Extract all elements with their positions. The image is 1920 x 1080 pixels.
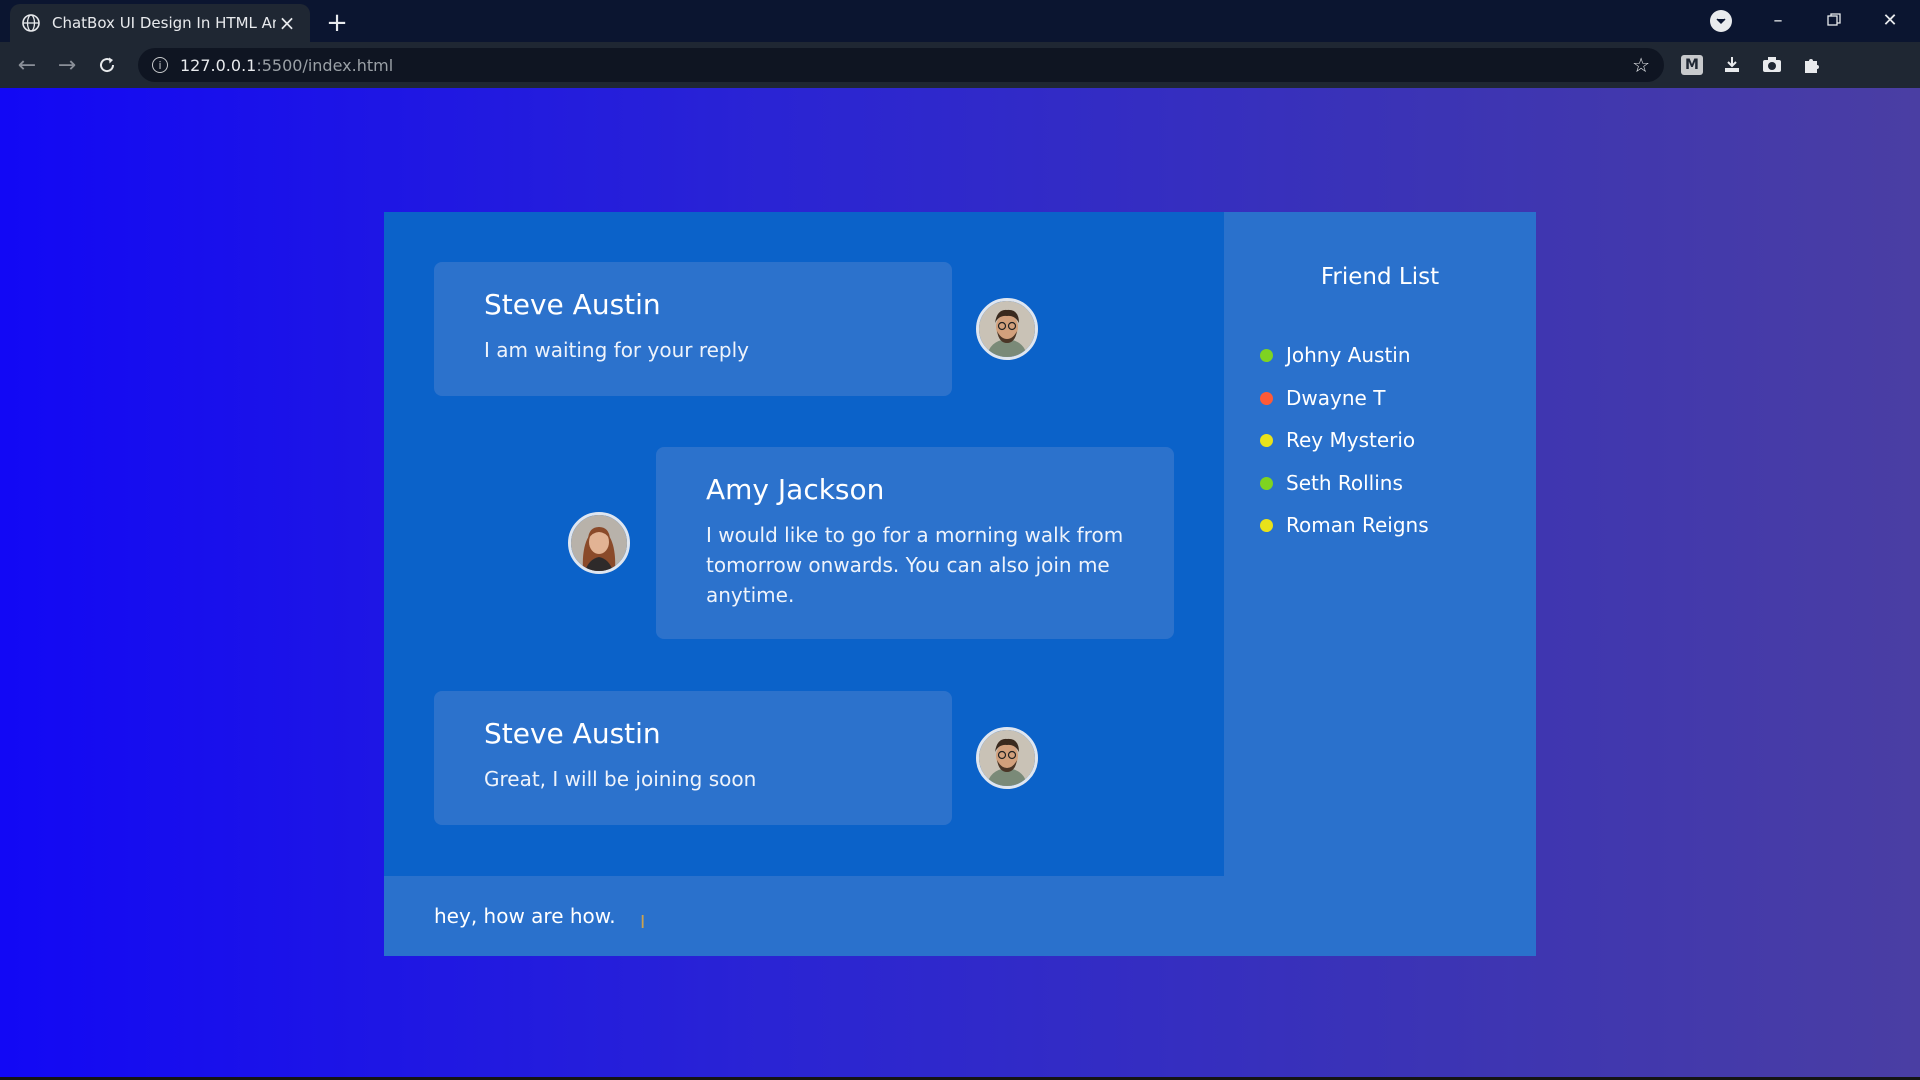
- gmail-extension-icon[interactable]: M: [1678, 51, 1706, 79]
- friend-list-panel: Friend List Johny Austin Dwayne T Rey My…: [1224, 212, 1536, 876]
- star-icon[interactable]: ☆: [1632, 53, 1650, 77]
- minimize-button[interactable]: –: [1750, 4, 1806, 36]
- message-input[interactable]: [434, 904, 1134, 928]
- url-path: :5500/index.html: [256, 55, 394, 75]
- friend-name: Seth Rollins: [1286, 471, 1403, 495]
- chevron-down-icon: [1716, 18, 1726, 25]
- message-composer: I: [384, 876, 1536, 956]
- avatar: [976, 727, 1038, 789]
- friend-name: Johny Austin: [1286, 343, 1411, 367]
- message-sender: Amy Jackson: [706, 473, 885, 506]
- status-dot-icon: [1260, 348, 1273, 362]
- globe-icon: [22, 14, 40, 32]
- status-dot-icon: [1260, 391, 1273, 405]
- info-icon[interactable]: i: [152, 57, 168, 73]
- browser-tab-strip: ChatBox UI Design In HTML And × + – ✕: [0, 0, 1920, 42]
- page-background: Steve Austin I am waiting for your reply…: [0, 88, 1920, 1077]
- browser-tab[interactable]: ChatBox UI Design In HTML And ×: [10, 4, 310, 42]
- reload-icon[interactable]: [92, 50, 122, 80]
- avatar: [976, 298, 1038, 360]
- messages-panel: Steve Austin I am waiting for your reply…: [384, 212, 1224, 876]
- status-dot-icon: [1260, 518, 1273, 532]
- status-dot-icon: [1260, 476, 1273, 490]
- woman-avatar-icon: [571, 515, 627, 571]
- friend-item-roman-reigns[interactable]: Roman Reigns: [1260, 513, 1429, 537]
- friend-item-seth-rollins[interactable]: Seth Rollins: [1260, 471, 1403, 495]
- status-dot-icon: [1260, 433, 1273, 447]
- message-bubble: Steve Austin I am waiting for your reply: [434, 262, 952, 396]
- message-bubble: Amy Jackson I would like to go for a mor…: [656, 447, 1174, 639]
- download-icon[interactable]: [1718, 51, 1746, 79]
- friend-item-johny-austin[interactable]: Johny Austin: [1260, 343, 1411, 367]
- friend-name: Rey Mysterio: [1286, 428, 1416, 452]
- message-bubble: Steve Austin Great, I will be joining so…: [434, 691, 952, 825]
- friend-name: Dwayne T: [1286, 386, 1386, 410]
- friend-item-dwayne-t[interactable]: Dwayne T: [1260, 386, 1385, 410]
- address-bar[interactable]: i 127.0.0.1:5500/index.html ☆: [138, 48, 1664, 82]
- friend-name: Roman Reigns: [1286, 513, 1429, 537]
- avatar: [568, 512, 630, 574]
- browser-toolbar: ← → i 127.0.0.1:5500/index.html ☆ M ⋮: [0, 42, 1920, 120]
- window-close-button[interactable]: ✕: [1862, 4, 1918, 36]
- restore-icon: [1827, 13, 1841, 26]
- close-icon[interactable]: ×: [276, 11, 298, 35]
- puzzle-icon[interactable]: [1798, 51, 1826, 79]
- forward-icon[interactable]: →: [52, 50, 82, 80]
- back-icon[interactable]: ←: [12, 50, 42, 80]
- text-cursor-icon: I: [640, 912, 646, 933]
- man-avatar-icon: [979, 730, 1035, 786]
- message-text: Great, I will be joining soon: [484, 767, 757, 791]
- camera-icon[interactable]: [1758, 51, 1786, 79]
- plus-icon[interactable]: +: [322, 8, 352, 38]
- message-text: I would like to go for a morning walk fr…: [706, 523, 1124, 607]
- friend-list-title: Friend List: [1320, 264, 1440, 290]
- man-avatar-icon: [979, 301, 1035, 357]
- tab-title: ChatBox UI Design In HTML And: [52, 14, 276, 32]
- message-text: I am waiting for your reply: [484, 338, 750, 362]
- restore-button[interactable]: [1806, 4, 1862, 36]
- message-sender: Steve Austin: [484, 288, 661, 321]
- chat-box: Steve Austin I am waiting for your reply…: [384, 212, 1536, 956]
- friend-item-rey-mysterio[interactable]: Rey Mysterio: [1260, 428, 1415, 452]
- message-sender: Steve Austin: [484, 717, 661, 750]
- tab-search-button[interactable]: [1710, 10, 1732, 32]
- url-host: 127.0.0.1: [180, 55, 257, 75]
